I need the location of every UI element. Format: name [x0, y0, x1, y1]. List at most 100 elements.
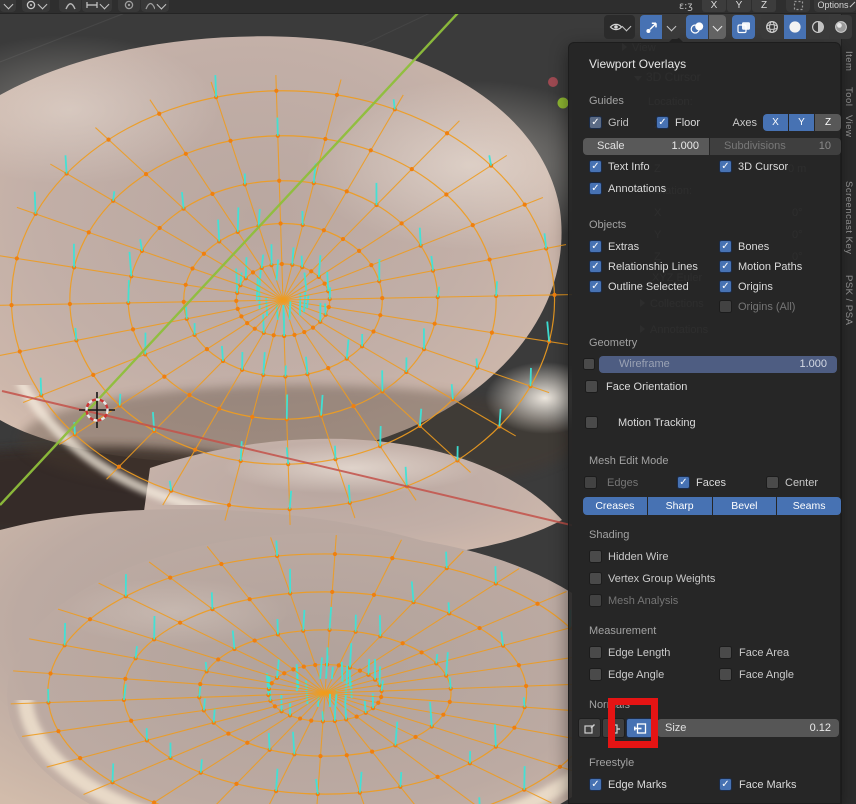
sidebar-tab-tool[interactable]: Tool: [843, 87, 854, 106]
geometry-heading: Geometry: [589, 337, 637, 349]
overlays-dropdown-button[interactable]: [709, 15, 726, 39]
sphere-falloff-icon: [124, 0, 134, 10]
mesh-analysis-checkbox[interactable]: ✓: [589, 594, 602, 607]
sidebar-tab-psk[interactable]: PSK / PSA: [843, 275, 854, 325]
normals-size-slider[interactable]: Size 0.12: [657, 719, 839, 737]
face-marks-checkbox[interactable]: ✓: [719, 778, 732, 791]
face-orientation-checkbox[interactable]: ✓: [585, 380, 598, 393]
proportional-editing-toggle[interactable]: [59, 0, 81, 12]
motion-tracking-checkbox[interactable]: ✓: [585, 416, 598, 429]
mirror-butterfly-icon: ɛ:ӡ: [679, 1, 693, 12]
falloff-curve-dropdown[interactable]: [141, 0, 169, 12]
shading-wireframe-button[interactable]: [761, 15, 783, 39]
snap-magnet-icon: [26, 0, 36, 10]
normals-size-label: Size: [665, 722, 686, 734]
cursor-3d-checkbox[interactable]: ✓: [719, 160, 732, 173]
axis-y-toggle[interactable]: Y: [789, 114, 814, 131]
mirror-z-button[interactable]: Z: [752, 0, 776, 12]
edge-mark-toggles: Creases Sharp Bevel Seams: [583, 497, 841, 515]
curve-falloff-icon: [145, 1, 155, 10]
grid-subdivisions-field[interactable]: Subdivisions 10: [710, 138, 841, 155]
chevron-down-icon: [849, 2, 855, 8]
origins-checkbox[interactable]: ✓: [719, 280, 732, 293]
mirror-x-button[interactable]: X: [702, 0, 726, 12]
edge-angle-checkbox[interactable]: ✓: [589, 668, 602, 681]
proportional-falloff-dropdown[interactable]: [82, 0, 112, 12]
faces-checkbox[interactable]: ✓: [677, 476, 690, 489]
edge-marks-label: Edge Marks: [608, 779, 667, 791]
shading-material-button[interactable]: [807, 15, 829, 39]
bones-checkbox[interactable]: ✓: [719, 240, 732, 253]
creases-toggle[interactable]: Creases: [583, 497, 647, 515]
overlays-toggle-button[interactable]: [686, 15, 708, 39]
sidebar-tab-screencast[interactable]: Screencast Key: [843, 181, 854, 255]
options-label: Options: [817, 0, 848, 10]
extras-label: Extras: [608, 241, 639, 253]
vertex-group-weights-checkbox[interactable]: ✓: [589, 572, 602, 585]
gizmo-dropdown-button[interactable]: [663, 15, 680, 39]
freestyle-heading: Freestyle: [589, 757, 634, 769]
face-area-checkbox[interactable]: ✓: [719, 646, 732, 659]
floor-label: Floor: [675, 117, 700, 129]
hidden-wire-checkbox[interactable]: ✓: [589, 550, 602, 563]
origins-all-checkbox[interactable]: ✓: [719, 300, 732, 313]
chevron-down-icon: [157, 0, 167, 9]
annotations-checkbox[interactable]: ✓: [589, 182, 602, 195]
outline-selected-label: Outline Selected: [608, 281, 689, 293]
edge-length-checkbox[interactable]: ✓: [589, 646, 602, 659]
snapping-dropdown-button[interactable]: [22, 0, 50, 12]
relationship-lines-checkbox[interactable]: ✓: [589, 260, 602, 273]
viewport-header-bar: ɛ:ӡ X Y Z Options: [0, 0, 856, 14]
sidebar-tab-item[interactable]: Item: [843, 51, 854, 71]
scale-value: 1.000: [671, 140, 699, 152]
text-info-checkbox[interactable]: ✓: [589, 160, 602, 173]
edge-marks-checkbox[interactable]: ✓: [589, 778, 602, 791]
mirror-y-button[interactable]: Y: [727, 0, 751, 12]
wireframe-slider[interactable]: Wireframe 1.000: [599, 356, 837, 373]
axis-x-toggle[interactable]: X: [763, 114, 788, 131]
sidebar-tab-view[interactable]: View: [843, 115, 854, 137]
overlays-circles-icon: [690, 21, 704, 34]
vertex-normals-button[interactable]: [578, 718, 601, 738]
shading-heading: Shading: [589, 529, 629, 541]
axis-z-toggle[interactable]: Z: [815, 114, 841, 131]
text-info-label: Text Info: [608, 161, 650, 173]
grid-checkbox[interactable]: ✓: [589, 116, 602, 129]
visibility-dropdown-button[interactable]: [604, 15, 635, 39]
snap-target-button[interactable]: [786, 0, 810, 12]
floor-checkbox[interactable]: ✓: [656, 116, 669, 129]
rendered-sphere-icon: [834, 20, 848, 34]
bevel-toggle[interactable]: Bevel: [713, 497, 777, 515]
material-sphere-icon: [811, 20, 825, 34]
grid-scale-slider[interactable]: Scale 1.000: [583, 138, 709, 155]
face-marks-label: Face Marks: [739, 779, 796, 791]
mesh-edit-mode-heading: Mesh Edit Mode: [589, 455, 668, 467]
transform-orientation-dropdown[interactable]: [0, 0, 16, 12]
shading-solid-button[interactable]: [784, 15, 806, 39]
vertex-normals-icon: [583, 722, 596, 735]
shading-rendered-button[interactable]: [830, 15, 852, 39]
hidden-wire-label: Hidden Wire: [608, 551, 669, 563]
extras-checkbox[interactable]: ✓: [589, 240, 602, 253]
scale-label: Scale: [597, 140, 625, 152]
xray-toggle-button[interactable]: [732, 15, 755, 39]
normals-size-value: 0.12: [810, 722, 831, 734]
origins-label: Origins: [738, 281, 773, 293]
edges-checkbox[interactable]: ✓: [584, 476, 597, 489]
wireframe-label: Wireframe: [619, 358, 670, 370]
seams-toggle[interactable]: Seams: [777, 497, 841, 515]
wireframe-checkbox[interactable]: ✓: [583, 358, 595, 370]
highlight-rectangle: [608, 698, 658, 748]
center-checkbox[interactable]: ✓: [766, 476, 779, 489]
sharp-toggle[interactable]: Sharp: [648, 497, 712, 515]
falloff-sphere-button[interactable]: [118, 0, 140, 12]
chevron-down-icon: [3, 0, 13, 9]
motion-paths-checkbox[interactable]: ✓: [719, 260, 732, 273]
face-angle-checkbox[interactable]: ✓: [719, 668, 732, 681]
outline-selected-checkbox[interactable]: ✓: [589, 280, 602, 293]
options-dropdown-button[interactable]: Options: [814, 0, 856, 12]
edge-angle-label: Edge Angle: [608, 669, 664, 681]
gizmo-toggle-button[interactable]: [640, 15, 662, 39]
origin-dot-green: [558, 98, 569, 109]
eye-visibility-icon: [609, 21, 623, 33]
